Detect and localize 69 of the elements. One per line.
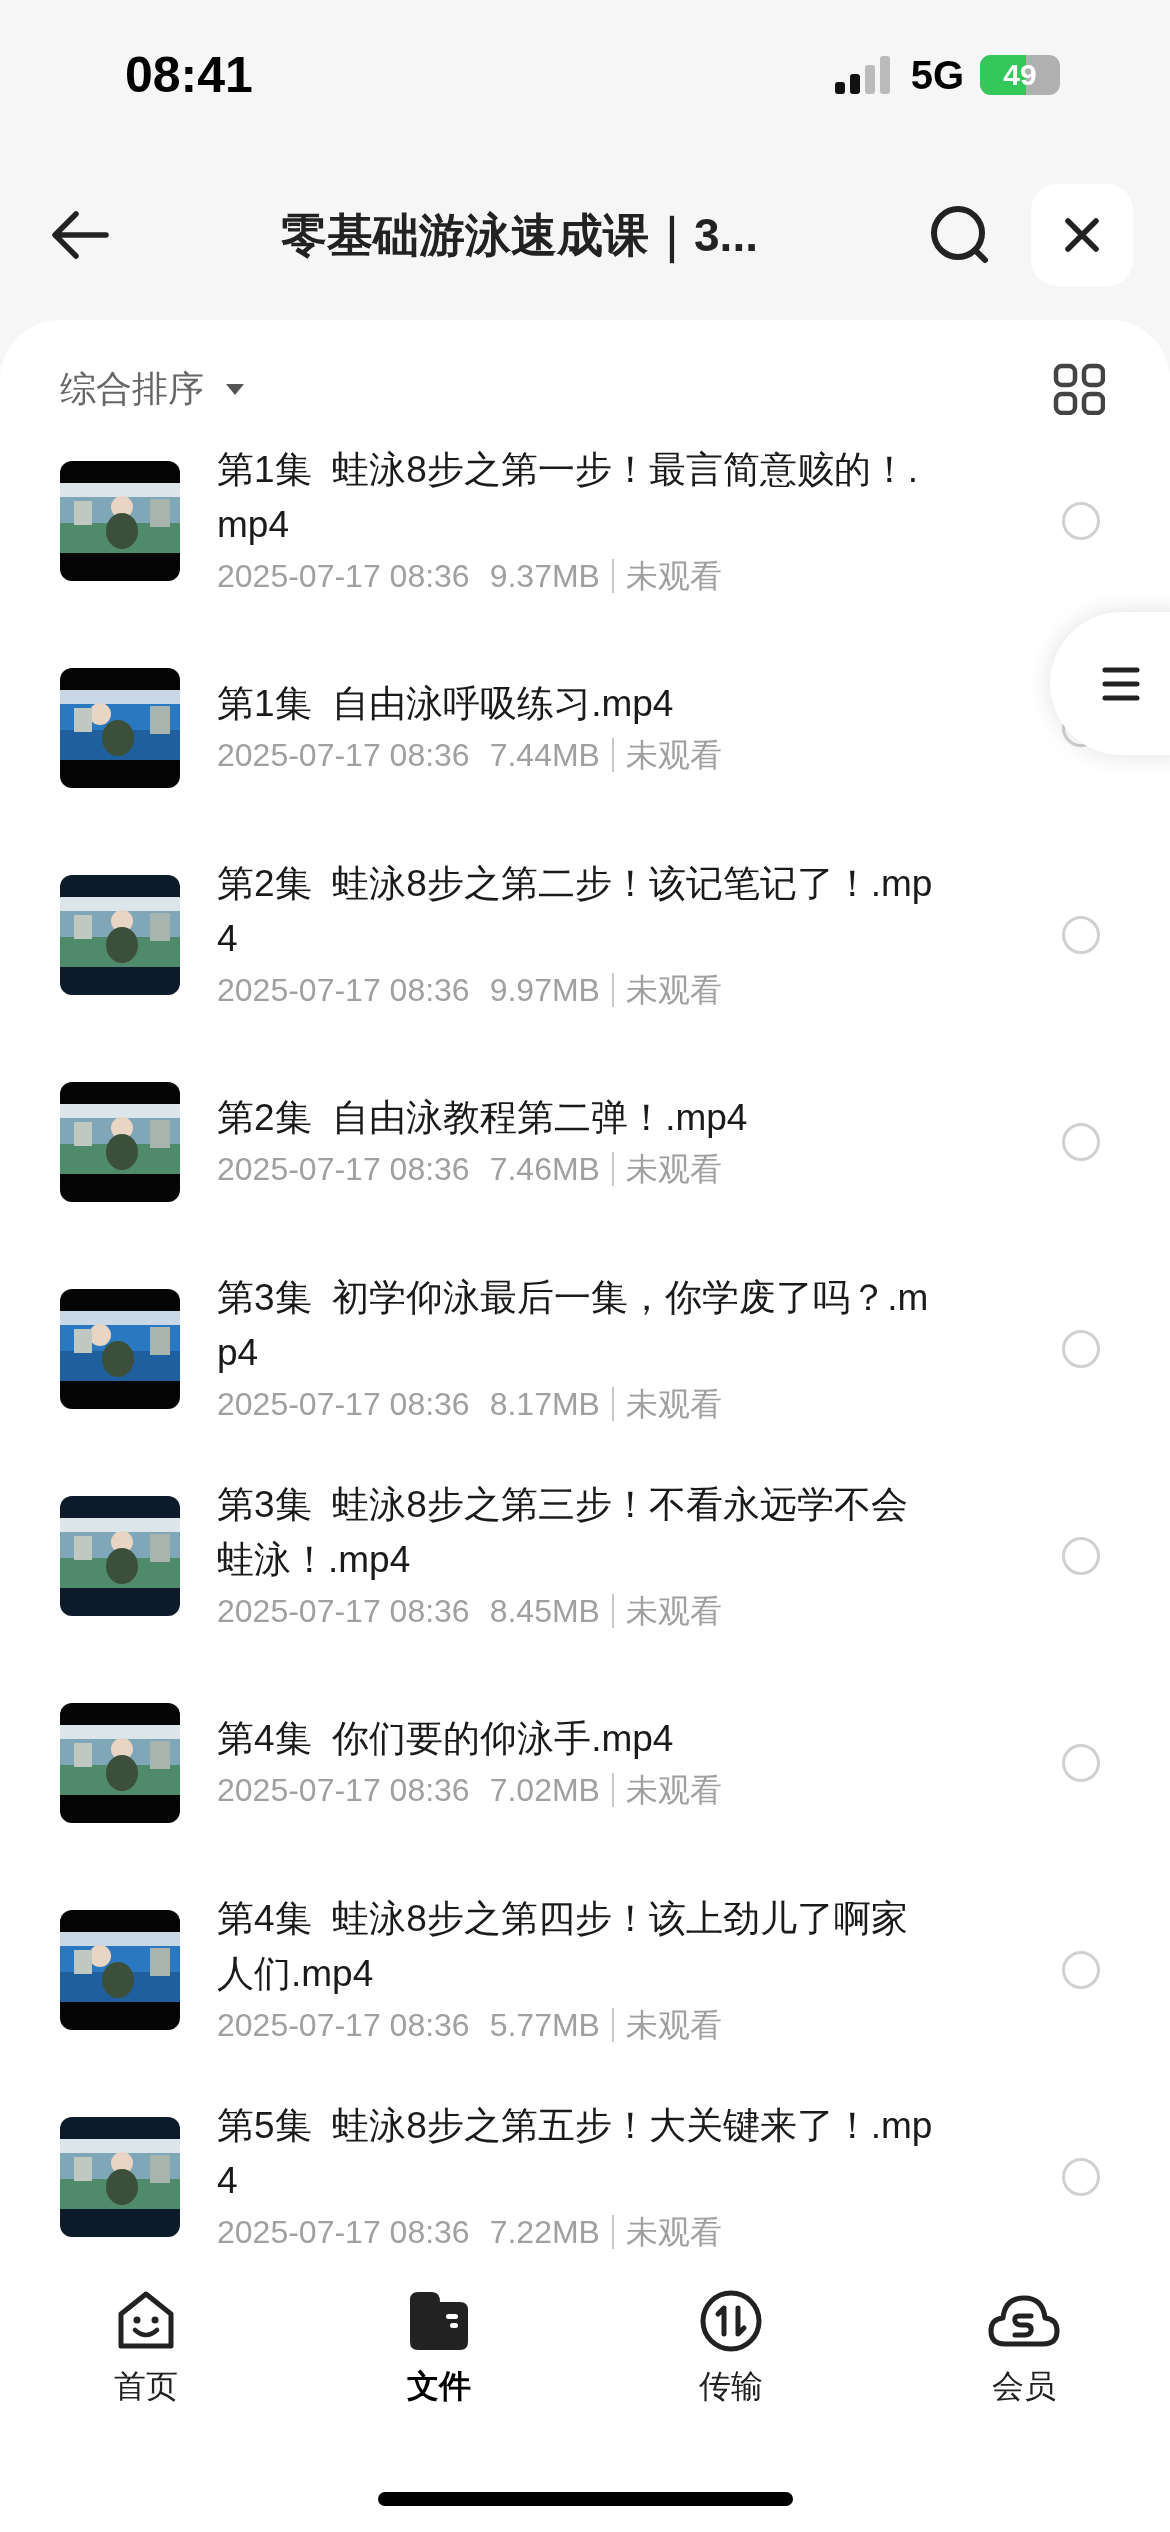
file-name: 第2集 自由泳教程第二弹！.mp4 [217, 1096, 749, 1140]
tab-bar-item[interactable]: 首页 [0, 2288, 293, 2410]
file-name: 第4集 蛙泳8步之第四步！该上劲儿了啊家人们.mp4 [217, 1896, 909, 1996]
file-row[interactable]: 第4集 蛙泳8步之第四步！该上劲儿了啊家人们.mp4 2025-07-17 08:36 5.77MB 未观看 [0, 1866, 1170, 2073]
file-row[interactable]: 第3集 初学仰泳最后一集，你学废了吗？.mp4 2025-07-17 08:36 8.17MB 未观看 [0, 1245, 1170, 1452]
file-row[interactable]: 第5集 蛙泳8步之第五步！大关键来了！.mp4 2025-07-17 08:36 7.22MB 未观看 [0, 2073, 1170, 2268]
file-size: 7.44MB [489, 736, 600, 775]
close-icon [1064, 217, 1100, 253]
select-radio[interactable] [1062, 915, 1100, 954]
watch-status: 未观看 [625, 2212, 722, 2252]
tab-bar-item[interactable]: 会员 [877, 2288, 1170, 2410]
watch-status: 未观看 [625, 1384, 722, 1424]
file-date: 2025-07-17 08:36 [217, 1384, 470, 1424]
file-size: 8.45MB [489, 1591, 600, 1631]
file-row[interactable]: 第4集 你们要的仰泳手.mp4 2025-07-17 08:36 7.02MB 未观看 [0, 1659, 1170, 1866]
grid-view-icon[interactable] [1053, 362, 1105, 415]
signal-icon [834, 56, 891, 94]
caret-icon [224, 381, 246, 396]
select-radio[interactable] [1062, 501, 1100, 540]
file-size: 9.37MB [489, 556, 600, 596]
status-time: 08:41 [125, 45, 253, 105]
file-size: 5.77MB [489, 2005, 600, 2045]
select-radio[interactable] [1062, 1329, 1100, 1368]
select-radio[interactable] [1062, 1122, 1100, 1161]
tab-bar-item[interactable]: 文件 [292, 2288, 585, 2410]
file-size: 7.46MB [489, 1150, 600, 1189]
tab-bar-item[interactable]: 传输 [585, 2288, 878, 2410]
file-date: 2025-07-17 08:36 [217, 736, 470, 775]
select-radio[interactable] [1062, 1950, 1100, 1989]
file-date: 2025-07-17 08:36 [217, 970, 470, 1010]
close-button[interactable] [1031, 184, 1133, 286]
select-radio[interactable] [1062, 1536, 1100, 1575]
file-name: 第2集 蛙泳8步之第二步！该记笔记了！.mp4 [217, 861, 934, 961]
file-name: 第3集 蛙泳8步之第三步！不看永远学不会蛙泳！.mp4 [217, 1482, 909, 1582]
watch-status: 未观看 [625, 736, 722, 775]
watch-status: 未观看 [625, 970, 722, 1010]
file-date: 2025-07-17 08:36 [217, 1771, 470, 1810]
file-size: 9.97MB [489, 970, 600, 1010]
watch-status: 未观看 [625, 1591, 722, 1631]
file-date: 2025-07-17 08:36 [217, 2212, 470, 2252]
search-icon[interactable] [929, 204, 991, 266]
file-row[interactable]: 第3集 蛙泳8步之第三步！不看永远学不会蛙泳！.mp4 2025-07-17 08:36 8.45MB 未观看 [0, 1452, 1170, 1659]
file-name: 第3集 初学仰泳最后一集，你学废了吗？.mp4 [217, 1275, 930, 1375]
file-row[interactable]: 第2集 自由泳教程第二弹！.mp4 2025-07-17 08:36 7.46MB 未观看 [0, 1038, 1170, 1245]
watch-status: 未观看 [625, 556, 722, 596]
back-icon[interactable] [50, 210, 110, 260]
file-date: 2025-07-17 08:36 [217, 556, 470, 596]
watch-status: 未观看 [625, 1150, 722, 1189]
file-name: 第5集 蛙泳8步之第五步！大关键来了！.mp4 [217, 2103, 934, 2203]
watch-status: 未观看 [625, 1771, 722, 1810]
select-radio[interactable] [1062, 1743, 1100, 1782]
file-date: 2025-07-17 08:36 [217, 1150, 470, 1189]
file-name: 第1集 自由泳呼吸练习.mp4 [217, 682, 675, 726]
file-date: 2025-07-17 08:36 [217, 2005, 470, 2045]
menu-icon [1102, 665, 1140, 702]
header-title: 零基础游泳速成课｜3... [281, 200, 758, 270]
file-date: 2025-07-17 08:36 [217, 1591, 470, 1631]
floating-quick-menu[interactable] [1050, 612, 1170, 755]
sort-dropdown[interactable]: 综合排序 [60, 361, 246, 416]
select-radio[interactable] [1062, 2157, 1100, 2196]
file-name: 第4集 你们要的仰泳手.mp4 [217, 1717, 675, 1761]
file-name: 第1集 蛙泳8步之第一步！最言简意赅的！.mp4 [217, 447, 919, 547]
file-size: 7.22MB [489, 2212, 600, 2252]
file-size: 7.02MB [489, 1771, 600, 1810]
watch-status: 未观看 [625, 2005, 722, 2045]
file-size: 8.17MB [489, 1384, 600, 1424]
file-row[interactable]: 第1集 蛙泳8步之第一步！最言简意赅的！.mp4 2025-07-17 08:36 9.37MB 未观看 [0, 417, 1170, 624]
file-row[interactable]: 第2集 蛙泳8步之第二步！该记笔记了！.mp4 2025-07-17 08:36 9.97MB 未观看 [0, 831, 1170, 1038]
network-label: 5G [910, 52, 964, 99]
